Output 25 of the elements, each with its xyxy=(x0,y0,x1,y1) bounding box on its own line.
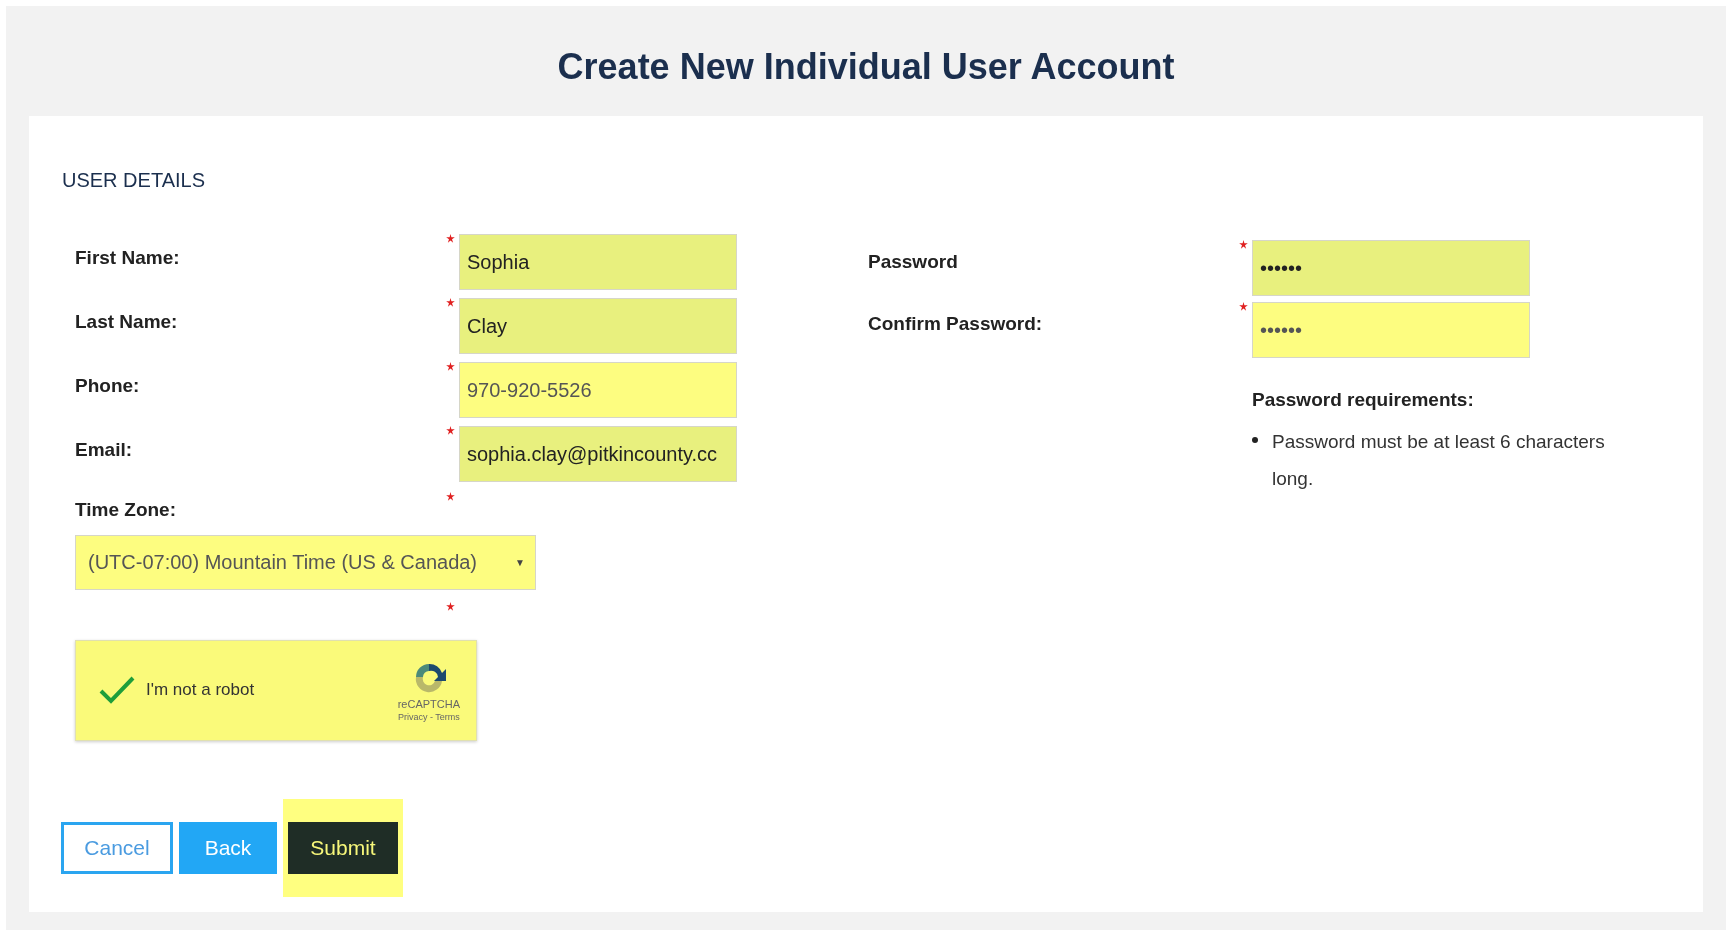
captcha-brand: reCAPTCHA xyxy=(397,697,460,711)
field-label: Password xyxy=(868,251,958,272)
section-heading: USER DETAILS xyxy=(62,168,205,192)
captcha-label: I'm not a robot xyxy=(146,679,255,702)
field-label: Time Zone: xyxy=(75,499,176,520)
requirements-heading: Password requirements: xyxy=(1252,388,1474,412)
input-field[interactable]: 970-920-5526 xyxy=(459,362,737,418)
field-label: Email: xyxy=(75,439,133,460)
field-label: Last Name: xyxy=(75,311,178,332)
bullet-icon xyxy=(1252,436,1258,443)
input-field[interactable]: •••••• xyxy=(1252,240,1530,296)
requirement-text: Password must be at least 6 characters long. xyxy=(1272,429,1606,491)
submit-button[interactable]: Submit xyxy=(288,821,398,874)
time-zone-dropdown[interactable]: (UTC-07:00) Mountain Time (US & Canada) ▼ xyxy=(75,534,536,590)
input-field[interactable]: Clay xyxy=(459,298,737,354)
caret-icon: ▼ xyxy=(515,554,525,570)
captcha-links: Privacy - Terms xyxy=(397,711,460,723)
input-field[interactable]: sophia.clay@pitkincounty.cc xyxy=(459,426,737,482)
input-field[interactable]: •••••• xyxy=(1252,302,1530,358)
input-field[interactable]: Sophia xyxy=(459,234,737,290)
field-label: First Name: xyxy=(75,247,180,268)
captcha-widget[interactable]: I'm not a robot reCAPTCHA Privacy - Terms xyxy=(75,639,477,741)
field-label: Confirm Password: xyxy=(868,313,1043,334)
field-label: Phone: xyxy=(75,375,140,396)
page-title: Create New Individual User Account xyxy=(556,45,1176,89)
